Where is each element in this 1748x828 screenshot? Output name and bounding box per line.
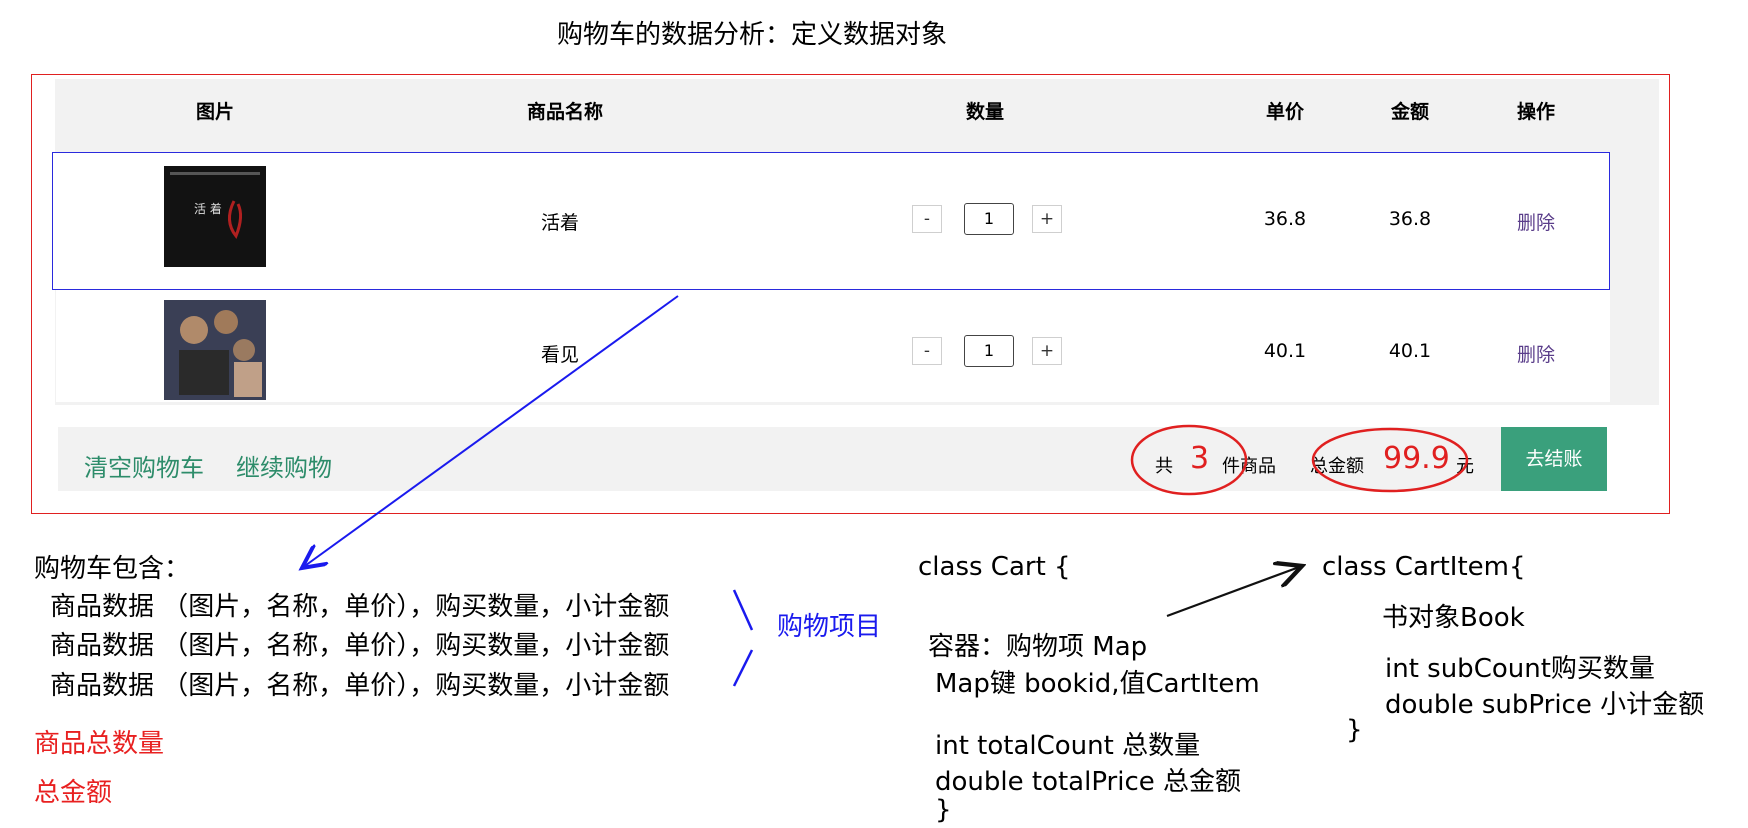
arrow-to-cart-contents xyxy=(302,295,679,568)
brace-upper xyxy=(732,589,754,631)
arrow-to-cartitem xyxy=(1166,566,1302,618)
annotation-overlay xyxy=(0,295,1469,687)
total-count-circle xyxy=(1130,424,1248,496)
total-amount-circle xyxy=(1311,427,1469,493)
brace-lower xyxy=(732,649,754,687)
